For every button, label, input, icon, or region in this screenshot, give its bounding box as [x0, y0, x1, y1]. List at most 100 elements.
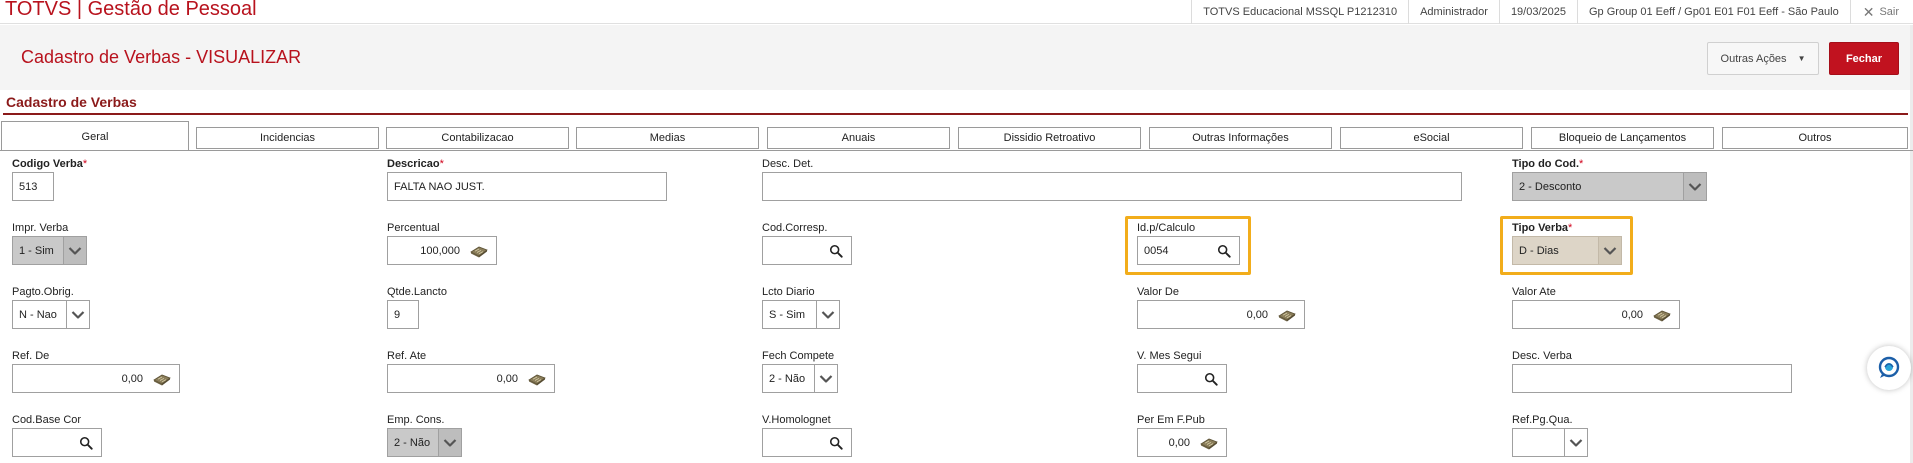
chat-assistant-button[interactable]: [1867, 346, 1911, 390]
fech-compete-value: 2 - Não: [769, 372, 806, 385]
valor-de-input[interactable]: 0,00: [1137, 300, 1305, 329]
ref-ate-value: 0,00: [496, 372, 518, 385]
calculator-icon[interactable]: [1278, 307, 1296, 323]
calculator-icon[interactable]: [470, 243, 488, 259]
v-homolognet-input[interactable]: [762, 428, 852, 457]
tipo-verba-select[interactable]: D - Dias: [1512, 236, 1622, 265]
date-label[interactable]: 19/03/2025: [1498, 0, 1577, 24]
tab-outras-informacoes[interactable]: Outras Informações: [1149, 127, 1332, 149]
cod-base-cor-label: Cod.Base Cor: [12, 414, 82, 426]
chevron-down-icon[interactable]: [66, 301, 89, 328]
required-marker: *: [1568, 222, 1573, 234]
tab-anuais[interactable]: Anuais: [767, 127, 950, 149]
tab-outros[interactable]: Outros: [1722, 127, 1908, 149]
cod-corresp-input[interactable]: [762, 236, 852, 265]
pagto-obrig-label: Pagto.Obrig.: [12, 286, 74, 298]
v-mes-segui-input[interactable]: [1137, 364, 1227, 393]
calculator-icon[interactable]: [528, 371, 546, 387]
desc-verba-input[interactable]: [1512, 364, 1792, 393]
calculator-icon[interactable]: [1200, 435, 1218, 451]
lcto-diario-select[interactable]: S - Sim: [762, 300, 840, 329]
search-icon[interactable]: [1217, 244, 1231, 258]
v-mes-segui-label: V. Mes Segui: [1137, 350, 1202, 362]
fech-compete-select[interactable]: 2 - Não: [762, 364, 838, 393]
chevron-down-icon[interactable]: [63, 237, 86, 264]
user-label[interactable]: Administrador: [1408, 0, 1499, 24]
desc-det-input[interactable]: [762, 172, 1462, 201]
close-button[interactable]: Fechar: [1829, 42, 1899, 75]
id-calculo-input[interactable]: 0054: [1137, 236, 1240, 265]
percentual-input[interactable]: 100,000: [387, 236, 497, 265]
ref-pg-qua-select[interactable]: [1512, 428, 1588, 457]
chevron-down-icon[interactable]: [1598, 237, 1621, 264]
desc-det-label: Desc. Det.: [762, 158, 814, 170]
qtde-lancto-input[interactable]: 9: [387, 300, 419, 329]
environment-label[interactable]: TOTVS Educacional MSSQL P1212310: [1191, 0, 1408, 24]
company-label[interactable]: Gp Group 01 Eeff / Gp01 E01 F01 Eeff - S…: [1577, 0, 1850, 24]
v-homolognet-label: V.Homolognet: [762, 414, 831, 426]
chevron-down-icon[interactable]: [438, 429, 461, 456]
chat-icon: [1878, 356, 1900, 378]
cod-corresp-label: Cod.Corresp.: [762, 222, 828, 234]
header: Cadastro de Verbas - VISUALIZAR Outras A…: [0, 25, 1913, 90]
lcto-diario-value: S - Sim: [769, 308, 806, 321]
chevron-down-icon[interactable]: [814, 365, 837, 392]
tab-contabilizacao[interactable]: Contabilizacao: [386, 127, 569, 149]
per-em-fpub-input[interactable]: 0,00: [1137, 428, 1227, 457]
search-icon[interactable]: [1204, 372, 1218, 386]
ref-de-label: Ref. De: [12, 350, 50, 362]
search-icon[interactable]: [829, 244, 843, 258]
caret-down-icon: ▼: [1797, 54, 1806, 63]
fech-compete-label: Fech Compete: [762, 350, 835, 362]
search-icon[interactable]: [79, 436, 93, 450]
descricao-input[interactable]: FALTA NAO JUST.: [387, 172, 667, 201]
chevron-down-icon[interactable]: [816, 301, 839, 328]
exit-label: Sair: [1879, 6, 1899, 18]
other-actions-button[interactable]: Outras Ações ▼: [1707, 42, 1819, 75]
ref-de-input[interactable]: 0,00: [12, 364, 180, 393]
top-bar: TOTVS | Gestão de Pessoal TOTVS Educacio…: [0, 0, 1913, 24]
valor-de-label: Valor De: [1137, 286, 1179, 298]
tab-medias[interactable]: Medias: [576, 127, 759, 149]
per-em-fpub-value: 0,00: [1168, 436, 1190, 449]
valor-ate-label: Valor Ate: [1512, 286, 1556, 298]
tab-esocial[interactable]: eSocial: [1340, 127, 1523, 149]
tab-incidencias[interactable]: Incidencias: [196, 127, 379, 149]
ref-pg-qua-label: Ref.Pg.Qua.: [1512, 414, 1573, 426]
tab-bloqueio-lancamentos[interactable]: Bloqueio de Lançamentos: [1531, 127, 1714, 149]
chevron-down-icon[interactable]: [1683, 173, 1706, 200]
tipo-cod-label: Tipo do Cod.: [1512, 158, 1580, 170]
id-calculo-value: 0054: [1144, 244, 1169, 257]
valor-ate-input[interactable]: 0,00: [1512, 300, 1680, 329]
percentual-value: 100,000: [420, 244, 460, 257]
tipo-cod-select[interactable]: 2 - Desconto: [1512, 172, 1707, 201]
per-em-fpub-label: Per Em F.Pub: [1137, 414, 1205, 426]
search-icon[interactable]: [829, 436, 843, 450]
exit-button[interactable]: ✕ Sair: [1849, 0, 1913, 24]
calculator-icon[interactable]: [1653, 307, 1671, 323]
required-marker: *: [439, 158, 444, 170]
other-actions-label: Outras Ações: [1720, 52, 1787, 65]
pagto-obrig-select[interactable]: N - Nao: [12, 300, 90, 329]
codigo-verba-label: Codigo Verba: [12, 158, 83, 170]
lcto-diario-label: Lcto Diario: [762, 286, 815, 298]
chevron-down-icon[interactable]: [1564, 429, 1587, 456]
impr-verba-label: Impr. Verba: [12, 222, 69, 234]
tab-geral[interactable]: Geral: [1, 121, 189, 151]
required-marker: *: [1579, 158, 1584, 170]
ref-ate-label: Ref. Ate: [387, 350, 427, 362]
cod-base-cor-input[interactable]: [12, 428, 102, 457]
close-icon: ✕: [1862, 3, 1875, 20]
qtde-lancto-label: Qtde.Lancto: [387, 286, 447, 298]
codigo-verba-input[interactable]: 513: [12, 172, 54, 201]
calculator-icon[interactable]: [153, 371, 171, 387]
pagto-obrig-value: N - Nao: [19, 308, 57, 321]
tab-dissidio-retroativo[interactable]: Dissidio Retroativo: [958, 127, 1141, 149]
tipo-verba-value: D - Dias: [1519, 244, 1559, 257]
emp-cons-select[interactable]: 2 - Não: [387, 428, 462, 457]
tab-baseline: [0, 150, 1913, 151]
tipo-cod-value: 2 - Desconto: [1519, 180, 1582, 193]
impr-verba-select[interactable]: 1 - Sim: [12, 236, 87, 265]
ref-ate-input[interactable]: 0,00: [387, 364, 555, 393]
valor-de-value: 0,00: [1246, 308, 1268, 321]
